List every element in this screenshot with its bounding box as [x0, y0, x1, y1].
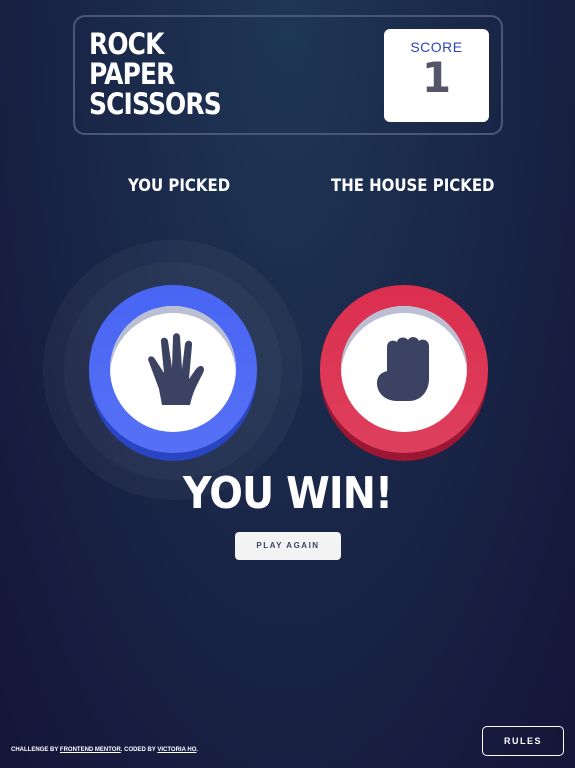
frontend-mentor-link[interactable]: FRONTEND MENTOR: [60, 747, 121, 753]
paper-hand-icon: [148, 333, 204, 405]
house-picked-label: THE HOUSE PICKED: [331, 176, 495, 196]
result-text: YOU WIN!: [182, 468, 393, 519]
rock-fist-icon: [377, 337, 429, 401]
title-line-scissors: SCISSORS: [89, 87, 222, 121]
title-line-paper: PAPER: [89, 57, 175, 91]
coded-by-prefix: . CODED BY: [120, 747, 156, 753]
attribution-prefix: CHALLENGE BY: [11, 747, 59, 753]
title-line-rock: ROCK: [89, 27, 164, 61]
attribution-suffix: .: [196, 747, 199, 753]
game-title: ROCK PAPER SCISSORS: [89, 27, 222, 121]
house-pick-rock-token: [320, 285, 488, 461]
author-link[interactable]: VICTORIA HO: [157, 747, 196, 753]
play-again-button[interactable]: PLAY AGAIN: [235, 532, 341, 560]
game-header: ROCK PAPER SCISSORS SCORE 1: [73, 15, 503, 135]
attribution: CHALLENGE BY FRONTEND MENTOR. CODED BY V…: [11, 747, 198, 753]
score-box: SCORE 1: [384, 29, 489, 122]
you-picked-label: YOU PICKED: [128, 176, 231, 196]
rules-button[interactable]: RULES: [482, 726, 564, 756]
score-value: 1: [421, 53, 452, 102]
player-pick-paper-token: [89, 285, 257, 461]
